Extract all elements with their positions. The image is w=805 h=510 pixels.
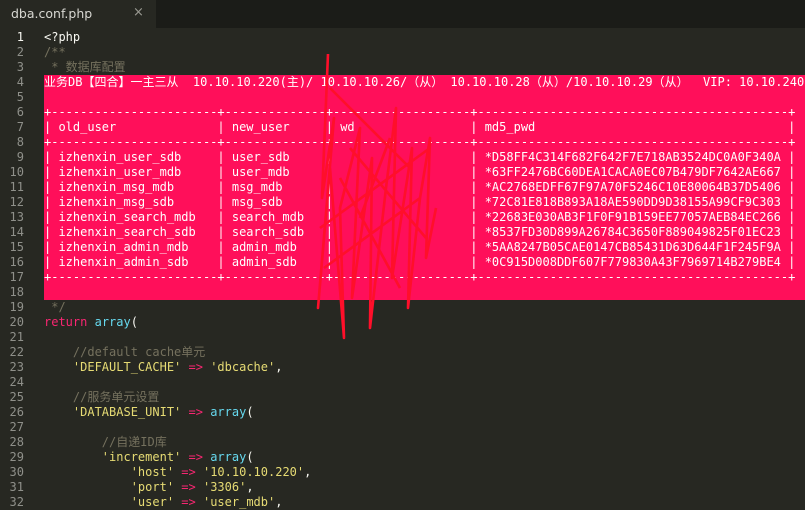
line-number: 15 bbox=[9, 240, 24, 254]
line-number: 22 bbox=[9, 345, 24, 359]
line-number: 17 bbox=[9, 270, 24, 284]
comma: , bbox=[304, 465, 312, 479]
line-number: 26 bbox=[9, 405, 24, 419]
line-number: 11 bbox=[9, 180, 24, 194]
code-line-3[interactable]: * 数据库配置 bbox=[44, 60, 125, 75]
code-line-20[interactable]: return array( bbox=[44, 315, 138, 330]
line-number: 4 bbox=[16, 75, 24, 89]
arrow-operator: => bbox=[181, 480, 196, 494]
line-number: 10 bbox=[9, 165, 24, 179]
arrow-operator: => bbox=[188, 360, 203, 374]
paren: ( bbox=[246, 450, 254, 464]
line-number: 6 bbox=[16, 105, 24, 119]
code-line-31[interactable]: 'port' => '3306', bbox=[44, 480, 254, 495]
code-line-1[interactable]: <?php bbox=[44, 30, 80, 45]
config-key: 'host' bbox=[130, 465, 175, 479]
line-number: 18 bbox=[9, 285, 24, 299]
tab-title[interactable]: dba.conf.php bbox=[11, 6, 92, 21]
comma: , bbox=[246, 480, 254, 494]
code-line-29[interactable]: 'increment' => array( bbox=[44, 450, 254, 465]
line-number: 20 bbox=[9, 315, 24, 329]
code-line-25[interactable]: //服务单元设置 bbox=[44, 390, 159, 405]
code-line-30[interactable]: 'host' => '10.10.10.220', bbox=[44, 465, 312, 480]
line-number: 1 bbox=[16, 30, 24, 44]
array-function: array bbox=[210, 405, 247, 419]
redaction-scribble bbox=[316, 53, 438, 340]
line-number: 30 bbox=[9, 465, 24, 479]
line-number: 25 bbox=[9, 390, 24, 404]
code-editor[interactable]: 1 2 3 4 5 6 7 8 9 10 11 12 13 14 15 16 17 18 19 20 21 22 23 24 2… bbox=[0, 30, 805, 510]
line-number: 21 bbox=[9, 330, 24, 344]
config-key: 'port' bbox=[130, 480, 175, 494]
code-line-28[interactable]: //自递ID库 bbox=[44, 435, 167, 450]
line-number: 19 bbox=[9, 300, 24, 314]
config-value: '3306' bbox=[202, 480, 247, 494]
config-value: 'dbcache' bbox=[210, 360, 276, 374]
code-line-32[interactable]: 'user' => 'user_mdb', bbox=[44, 495, 283, 510]
line-number: 2 bbox=[16, 45, 24, 59]
line-number: 16 bbox=[9, 255, 24, 269]
comma: , bbox=[275, 360, 283, 374]
code-line-23[interactable]: 'DEFAULT_CACHE' => 'dbcache', bbox=[44, 360, 283, 375]
config-value: '10.10.10.220' bbox=[202, 465, 305, 479]
paren: ( bbox=[130, 315, 138, 329]
config-key: 'increment' bbox=[101, 450, 182, 464]
code-line-22[interactable]: //default cache单元 bbox=[44, 345, 205, 360]
file-tab[interactable]: dba.conf.php × bbox=[0, 0, 156, 28]
arrow-operator: => bbox=[181, 465, 196, 479]
line-number: 31 bbox=[9, 480, 24, 494]
line-number: 29 bbox=[9, 450, 24, 464]
code-line-26[interactable]: 'DATABASE_UNIT' => array( bbox=[44, 405, 254, 420]
config-key: 'DATABASE_UNIT' bbox=[72, 405, 182, 419]
tab-bar: dba.conf.php × bbox=[0, 0, 805, 28]
line-number: 9 bbox=[16, 150, 24, 164]
line-number: 23 bbox=[9, 360, 24, 374]
line-number: 28 bbox=[9, 435, 24, 449]
close-icon[interactable]: × bbox=[133, 5, 144, 20]
line-number: 8 bbox=[16, 135, 24, 149]
line-number: 14 bbox=[9, 225, 24, 239]
line-number: 24 bbox=[9, 375, 24, 389]
line-number: 7 bbox=[16, 120, 24, 134]
line-number: 13 bbox=[9, 210, 24, 224]
array-function: array bbox=[94, 315, 131, 329]
code-line-19[interactable]: */ bbox=[44, 300, 65, 315]
code-line-2[interactable]: /** bbox=[44, 45, 66, 60]
config-key: 'DEFAULT_CACHE' bbox=[72, 360, 182, 374]
line-number: 5 bbox=[16, 90, 24, 104]
arrow-operator: => bbox=[188, 450, 203, 464]
line-number: 12 bbox=[9, 195, 24, 209]
return-keyword: return bbox=[44, 315, 88, 329]
paren: ( bbox=[246, 405, 254, 419]
line-number-gutter: 1 2 3 4 5 6 7 8 9 10 11 12 13 14 15 16 17 18 19 20 21 22 23 24 2… bbox=[0, 30, 34, 509]
line-number: 27 bbox=[9, 420, 24, 434]
array-function: array bbox=[210, 450, 247, 464]
line-number: 3 bbox=[16, 60, 24, 74]
arrow-operator: => bbox=[188, 405, 203, 419]
line-number: 32 bbox=[9, 495, 24, 509]
